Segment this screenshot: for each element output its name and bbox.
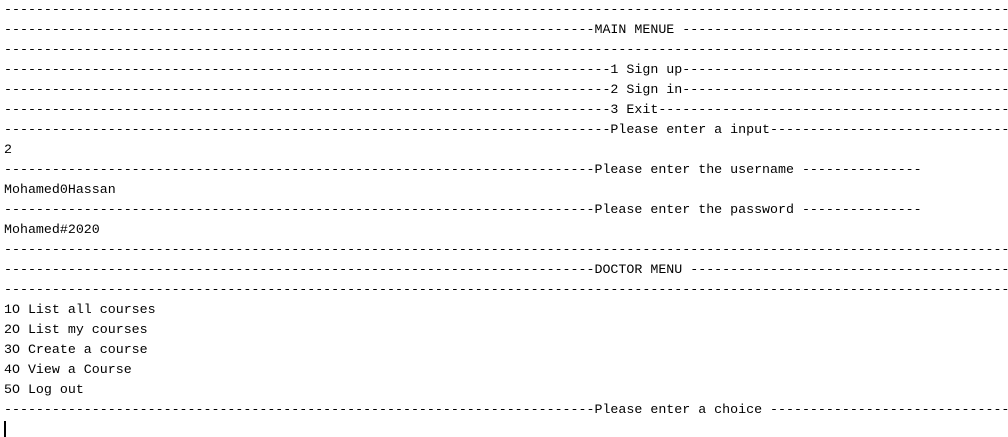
doctor-option-log-out: 5O Log out (4, 382, 84, 397)
separator-line: ----------------------------------------… (4, 2, 1008, 17)
menu-option-exit: ----------------------------------------… (4, 102, 1008, 117)
separator-line: ----------------------------------------… (4, 282, 1008, 297)
separator-line: ----------------------------------------… (4, 42, 1008, 57)
separator-line: ----------------------------------------… (4, 242, 1008, 257)
password-prompt: ----------------------------------------… (4, 202, 922, 217)
username-prompt: ----------------------------------------… (4, 162, 922, 177)
doctor-menu-title: ----------------------------------------… (4, 262, 1008, 277)
user-input-username: Mohamed0Hassan (4, 182, 116, 197)
input-line[interactable] (4, 420, 1008, 437)
main-menu-title: ----------------------------------------… (4, 22, 1008, 37)
menu-option-sign-up: ----------------------------------------… (4, 62, 1008, 77)
user-input-password: Mohamed#2020 (4, 222, 100, 237)
doctor-option-list-all-courses: 1O List all courses (4, 302, 156, 317)
doctor-option-view-course: 4O View a Course (4, 362, 132, 377)
input-prompt: ----------------------------------------… (4, 122, 1008, 137)
console-window[interactable]: ----------------------------------------… (4, 0, 1008, 437)
doctor-option-create-course: 3O Create a course (4, 342, 148, 357)
doctor-option-list-my-courses: 2O List my courses (4, 322, 148, 337)
text-cursor (4, 421, 6, 437)
user-input-choice: 2 (4, 142, 12, 157)
choice-prompt: ----------------------------------------… (4, 402, 1008, 417)
menu-option-sign-in: ----------------------------------------… (4, 82, 1008, 97)
